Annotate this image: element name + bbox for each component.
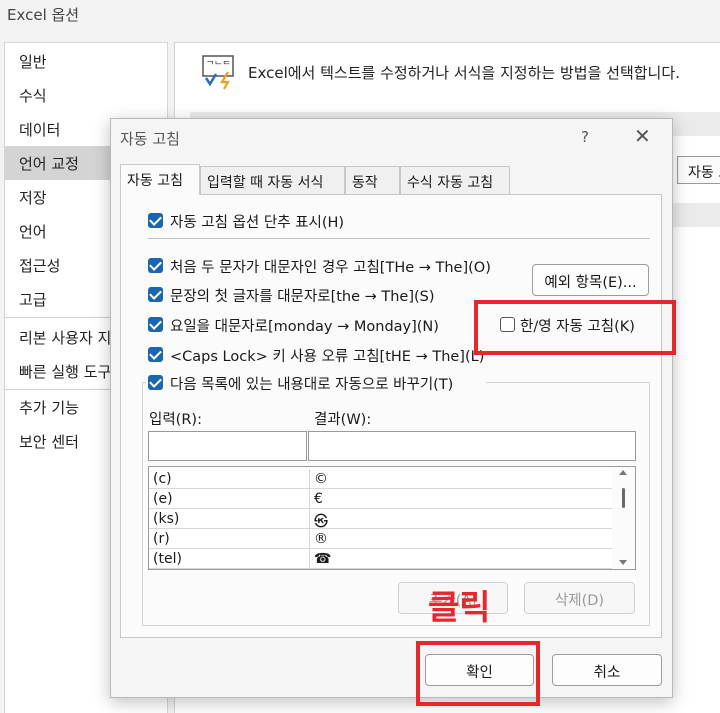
column-divider [309, 529, 310, 549]
show-buttons-checkbox[interactable] [148, 213, 163, 228]
list-item[interactable]: (ks) ㉿ [149, 509, 613, 530]
list-item[interactable]: (c) © [149, 469, 613, 489]
dialog-title: 자동 고침 [120, 130, 180, 148]
caps-lock-label: <Caps Lock> 키 사용 오류 고침[tHE → The](L) [170, 349, 485, 365]
replace-text-checkbox[interactable] [148, 375, 163, 390]
exceptions-button[interactable]: 예외 항목(E)... [532, 264, 649, 296]
sidebar-item-general[interactable]: 일반 [19, 51, 47, 72]
list-item-result: ㉿ [314, 514, 328, 530]
sidebar-item-addins[interactable]: 추가 기능 [19, 397, 79, 418]
replacement-list[interactable]: (c) © (e) € (ks) ㉿ (r) ® (tel) ☎ [148, 466, 636, 570]
two-initial-caps-checkbox[interactable] [148, 258, 163, 273]
tab-actions[interactable]: 동작 [345, 166, 400, 194]
list-item[interactable]: (e) € [149, 489, 613, 509]
capitalize-sentence-checkbox[interactable] [148, 287, 163, 302]
show-buttons-label: 자동 고침 옵션 단추 표시(H) [170, 215, 345, 231]
column-divider [309, 489, 310, 509]
sidebar-item-language[interactable]: 언어 [19, 221, 47, 242]
tab-autocorrect[interactable]: 자동 고침 [120, 164, 200, 195]
delete-button[interactable]: 삭제(D) [524, 582, 635, 614]
cancel-button[interactable]: 취소 [552, 654, 662, 686]
list-item-input: (r) [153, 531, 170, 547]
proofing-icon: ᄀᄂᄃ [202, 55, 234, 90]
scroll-thumb[interactable] [622, 488, 625, 508]
sidebar-item-trust-center[interactable]: 보안 센터 [19, 431, 79, 452]
input-label: 입력(R): [149, 412, 202, 428]
window-title: Excel 옵션 [7, 6, 80, 24]
help-icon[interactable]: ? [581, 128, 589, 146]
list-item-result: € [314, 491, 323, 507]
sidebar-item-formulas[interactable]: 수식 [19, 85, 47, 106]
tab-autoformat-as-you-type[interactable]: 입력할 때 자동 서식 [200, 166, 345, 194]
column-divider [309, 549, 310, 569]
list-item-input: (ks) [153, 511, 180, 527]
list-item-input: (c) [153, 471, 172, 487]
highlight-box-ok [416, 641, 540, 706]
sidebar-item-accessibility[interactable]: 접근성 [19, 255, 60, 276]
list-item-result: ☎ [314, 551, 332, 567]
list-item-result: ® [314, 531, 328, 547]
replace-text-label: 다음 목록에 있는 내용대로 자동으로 바꾸기(T) [170, 377, 454, 393]
list-item-result: © [314, 471, 328, 487]
list-scrollbar[interactable] [612, 467, 635, 569]
sidebar-item-save[interactable]: 저장 [19, 187, 47, 208]
list-item-input: (e) [153, 491, 173, 507]
close-icon[interactable]: ✕ [634, 124, 651, 148]
click-annotation: 클릭 [428, 588, 491, 628]
autocorrect-options-button[interactable]: 자동 고침 옵션(A)... [677, 156, 720, 184]
replace-input-field[interactable] [148, 431, 307, 461]
result-label: 결과(W): [314, 412, 372, 428]
replace-result-field[interactable] [308, 431, 636, 461]
scroll-up-icon[interactable] [619, 470, 627, 475]
list-item[interactable]: (r) ® [149, 529, 613, 549]
capitalize-days-checkbox[interactable] [148, 317, 163, 332]
column-divider [309, 469, 310, 489]
sidebar-item-advanced[interactable]: 고급 [19, 289, 47, 310]
capitalize-days-label: 요일을 대문자로[monday → Monday](N) [170, 319, 439, 335]
sidebar-item-data[interactable]: 데이터 [19, 119, 60, 140]
list-item[interactable]: (tel) ☎ [149, 549, 613, 569]
list-item-input: (tel) [153, 551, 182, 567]
svg-text:ᄀᄂᄃ: ᄀᄂᄃ [206, 60, 231, 71]
proofing-heading: Excel에서 텍스트를 수정하거나 서식을 지정하는 방법을 선택합니다. [248, 64, 680, 82]
scroll-down-icon[interactable] [619, 560, 627, 565]
caps-lock-checkbox[interactable] [148, 347, 163, 362]
capitalize-sentence-label: 문장의 첫 글자를 대문자로[the → The](S) [170, 289, 435, 305]
two-initial-caps-label: 처음 두 문자가 대문자인 경우 고침[THe → The](O) [170, 260, 491, 276]
tab-math-autocorrect[interactable]: 수식 자동 고침 [400, 166, 510, 194]
divider [148, 238, 650, 239]
column-divider [309, 509, 310, 529]
highlight-box-han-eng [474, 300, 676, 355]
